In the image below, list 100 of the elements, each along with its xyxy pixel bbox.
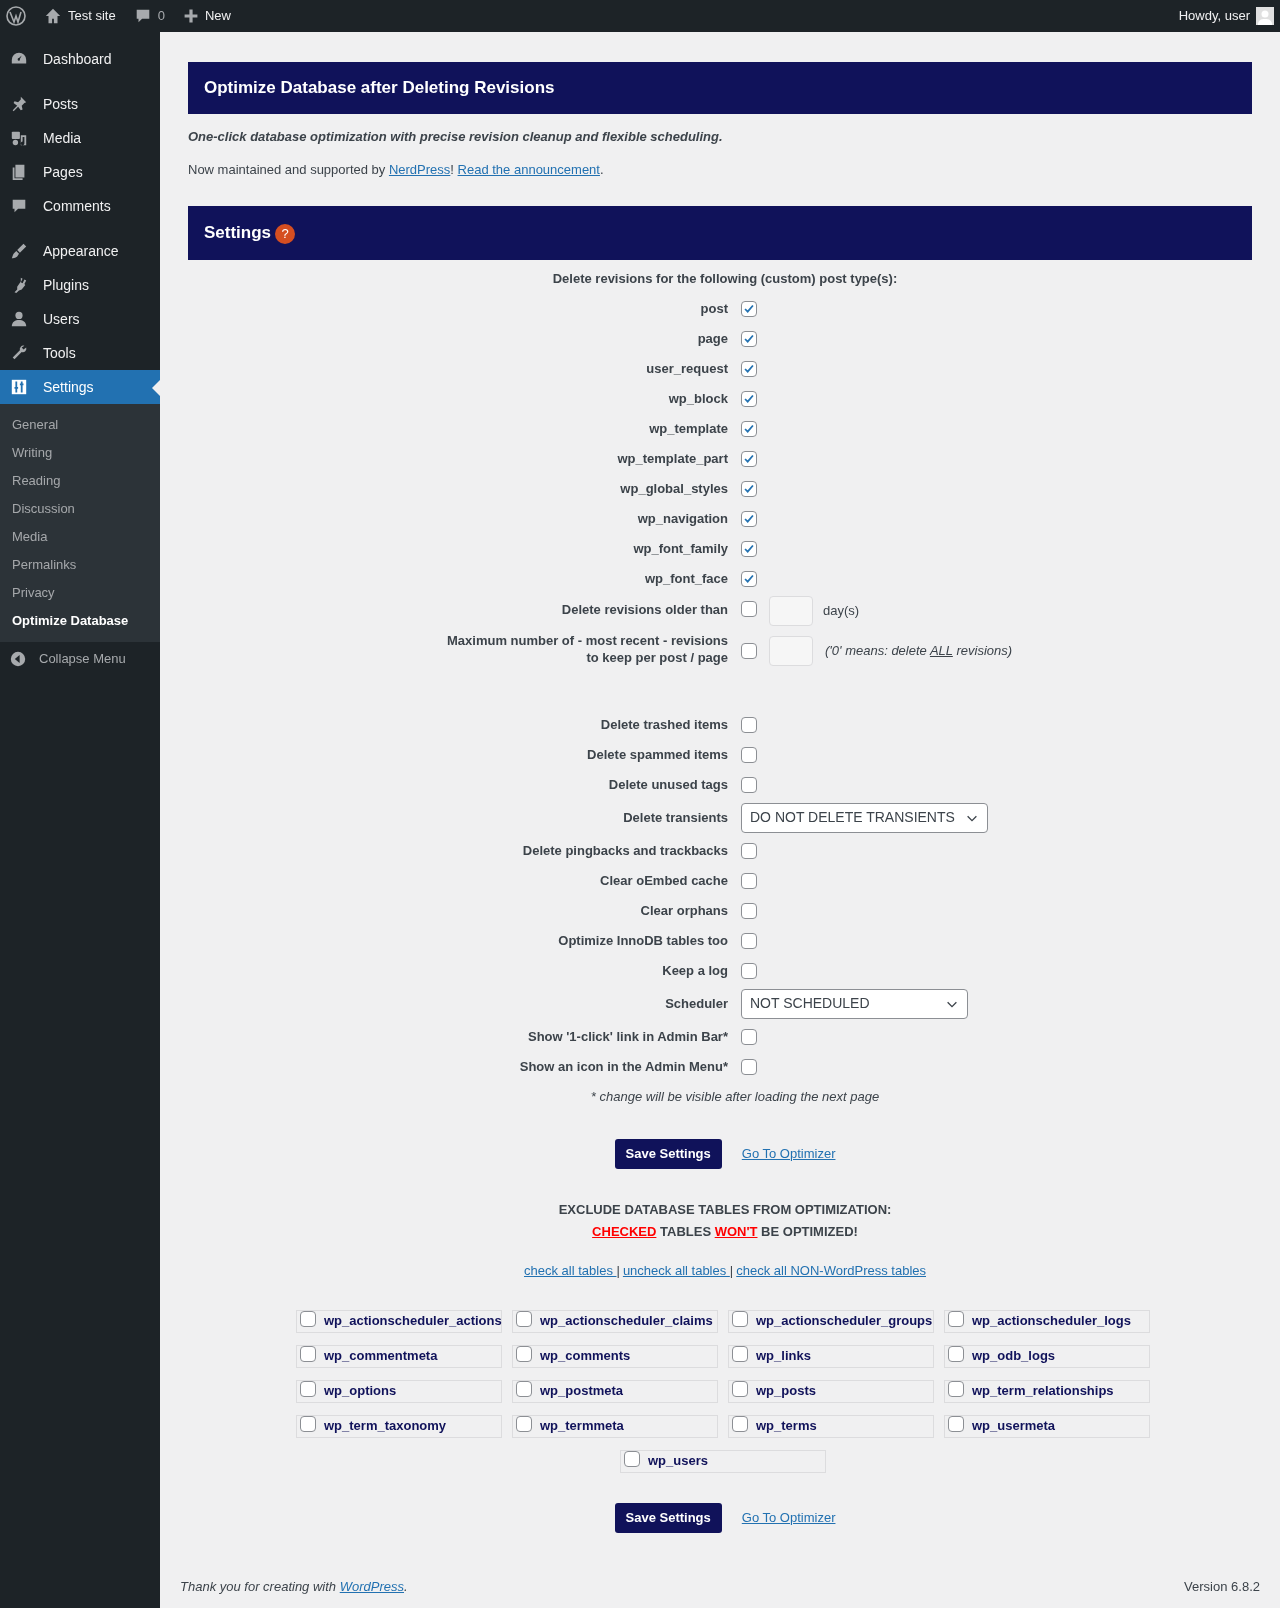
site-link[interactable]: Test site xyxy=(44,6,116,26)
checkbox[interactable] xyxy=(741,1028,757,1045)
link[interactable]: Go To Optimizer xyxy=(741,1507,836,1528)
checkbox[interactable] xyxy=(516,1381,532,1397)
table-option[interactable]: wp_postmeta xyxy=(512,1379,718,1403)
checkbox[interactable] xyxy=(516,1416,532,1432)
checkbox[interactable] xyxy=(741,872,757,889)
checkbox[interactable] xyxy=(741,1058,757,1075)
checkbox[interactable] xyxy=(300,1416,316,1432)
link[interactable]: Read the announcement xyxy=(457,161,600,177)
table-option[interactable]: wp_actionscheduler_groups xyxy=(728,1309,934,1333)
submenu-item[interactable]: Permalinks xyxy=(0,551,160,579)
checkbox[interactable] xyxy=(741,716,757,733)
hint-text: ('0' means: delete ALL revisions) xyxy=(825,641,1013,660)
checkbox[interactable] xyxy=(741,480,757,497)
sidebar-item[interactable]: Settings xyxy=(0,370,160,404)
checkbox[interactable] xyxy=(741,600,757,617)
link[interactable]: check all NON-WordPress tables xyxy=(736,1261,926,1281)
table-option[interactable]: wp_actionscheduler_logs xyxy=(944,1309,1150,1333)
help-button[interactable]: ? xyxy=(275,224,296,244)
checkbox[interactable] xyxy=(741,510,757,527)
table-option[interactable]: wp_commentmeta xyxy=(296,1344,502,1368)
submenu-item[interactable]: Media xyxy=(0,523,160,551)
sidebar-item[interactable]: Appearance xyxy=(0,234,160,268)
submenu-item[interactable]: Discussion xyxy=(0,495,160,523)
checkbox[interactable] xyxy=(732,1416,748,1432)
checkbox[interactable] xyxy=(741,776,757,793)
checkbox[interactable] xyxy=(300,1381,316,1397)
input-field[interactable] xyxy=(769,635,813,666)
table-option[interactable]: wp_termmeta xyxy=(512,1414,718,1438)
dropdown[interactable]: DO NOT DELETE TRANSIENTS xyxy=(741,802,988,833)
option-label: Delete unused tags xyxy=(607,775,728,794)
new-link[interactable]: New xyxy=(182,6,231,26)
submenu-item[interactable]: Privacy xyxy=(0,579,160,607)
sidebar-item[interactable]: Plugins xyxy=(0,268,160,302)
checkbox[interactable] xyxy=(741,420,757,437)
sidebar-item[interactable]: Media xyxy=(0,121,160,155)
checkbox[interactable] xyxy=(741,642,757,659)
checkbox[interactable] xyxy=(741,360,757,377)
checkbox[interactable] xyxy=(948,1311,964,1327)
table-option[interactable]: wp_comments xyxy=(512,1344,718,1368)
submenu-item[interactable]: Reading xyxy=(0,467,160,495)
checkbox[interactable] xyxy=(741,330,757,347)
table-option[interactable]: wp_posts xyxy=(728,1379,934,1403)
table-option[interactable]: wp_usermeta xyxy=(944,1414,1150,1438)
link[interactable]: Go To Optimizer xyxy=(741,1144,836,1164)
checkbox[interactable] xyxy=(948,1416,964,1432)
option-label: wp_global_styles xyxy=(619,479,728,498)
checkbox[interactable] xyxy=(741,902,757,919)
table-option[interactable]: wp_options xyxy=(296,1379,502,1403)
sidebar-item[interactable]: Dashboard xyxy=(0,42,160,76)
input-field[interactable] xyxy=(769,595,813,626)
table-option[interactable]: wp_odb_logs xyxy=(944,1344,1150,1368)
link[interactable]: check all tables xyxy=(524,1261,617,1281)
checkbox[interactable] xyxy=(741,450,757,467)
submenu-item[interactable]: General xyxy=(0,411,160,439)
collapse-menu-button[interactable]: Collapse Menu xyxy=(0,642,160,676)
checkbox[interactable] xyxy=(732,1346,748,1362)
table-option[interactable]: wp_term_taxonomy xyxy=(296,1414,502,1438)
checkbox[interactable] xyxy=(516,1311,532,1327)
table-option[interactable]: wp_actionscheduler_claims xyxy=(512,1309,718,1333)
sidebar-item[interactable]: Comments xyxy=(0,189,160,223)
tagline: One-click database optimization with precise revision cleanup and flexible scheduling. xyxy=(188,128,724,146)
sidebar-item[interactable]: Pages xyxy=(0,155,160,189)
sidebar-item[interactable]: Users xyxy=(0,302,160,336)
avatar-icon xyxy=(1256,7,1274,25)
comments-link[interactable]: 0 xyxy=(133,6,165,26)
submenu-item[interactable]: Writing xyxy=(0,439,160,467)
account-link[interactable]: Howdy, user xyxy=(1178,6,1274,26)
checkbox[interactable] xyxy=(516,1346,532,1362)
checkbox[interactable] xyxy=(741,962,757,979)
table-option[interactable]: wp_actionscheduler_actions xyxy=(296,1309,502,1333)
checkbox[interactable] xyxy=(741,932,757,949)
option-label: wp_template xyxy=(648,419,728,438)
dropdown[interactable]: NOT SCHEDULED xyxy=(741,988,968,1019)
link[interactable]: uncheck all tables xyxy=(622,1261,730,1281)
checkbox[interactable] xyxy=(948,1381,964,1397)
link[interactable]: WordPress xyxy=(339,1578,404,1594)
checkbox[interactable] xyxy=(741,390,757,407)
save-button[interactable]: Save Settings xyxy=(614,1139,722,1169)
table-option[interactable]: wp_links xyxy=(728,1344,934,1368)
checkbox[interactable] xyxy=(741,540,757,557)
checkbox[interactable] xyxy=(948,1346,964,1362)
checkbox[interactable] xyxy=(741,842,757,859)
checkbox[interactable] xyxy=(300,1311,316,1327)
checkbox[interactable] xyxy=(741,300,757,317)
checkbox[interactable] xyxy=(732,1311,748,1327)
table-option[interactable]: wp_term_relationships xyxy=(944,1379,1150,1403)
submenu-item[interactable]: Optimize Database xyxy=(0,607,160,635)
checkbox[interactable] xyxy=(300,1346,316,1362)
option-label: Show an icon in the Admin Menu* xyxy=(518,1057,728,1076)
checkbox[interactable] xyxy=(741,570,757,587)
checkbox[interactable] xyxy=(732,1381,748,1397)
sidebar-item[interactable]: Tools xyxy=(0,336,160,370)
checkbox[interactable] xyxy=(624,1451,640,1467)
save-button[interactable]: Save Settings xyxy=(614,1502,722,1533)
sidebar-item[interactable]: Posts xyxy=(0,87,160,121)
table-option[interactable]: wp_terms xyxy=(728,1414,934,1438)
checkbox[interactable] xyxy=(741,746,757,763)
table-option[interactable]: wp_users xyxy=(620,1449,826,1473)
